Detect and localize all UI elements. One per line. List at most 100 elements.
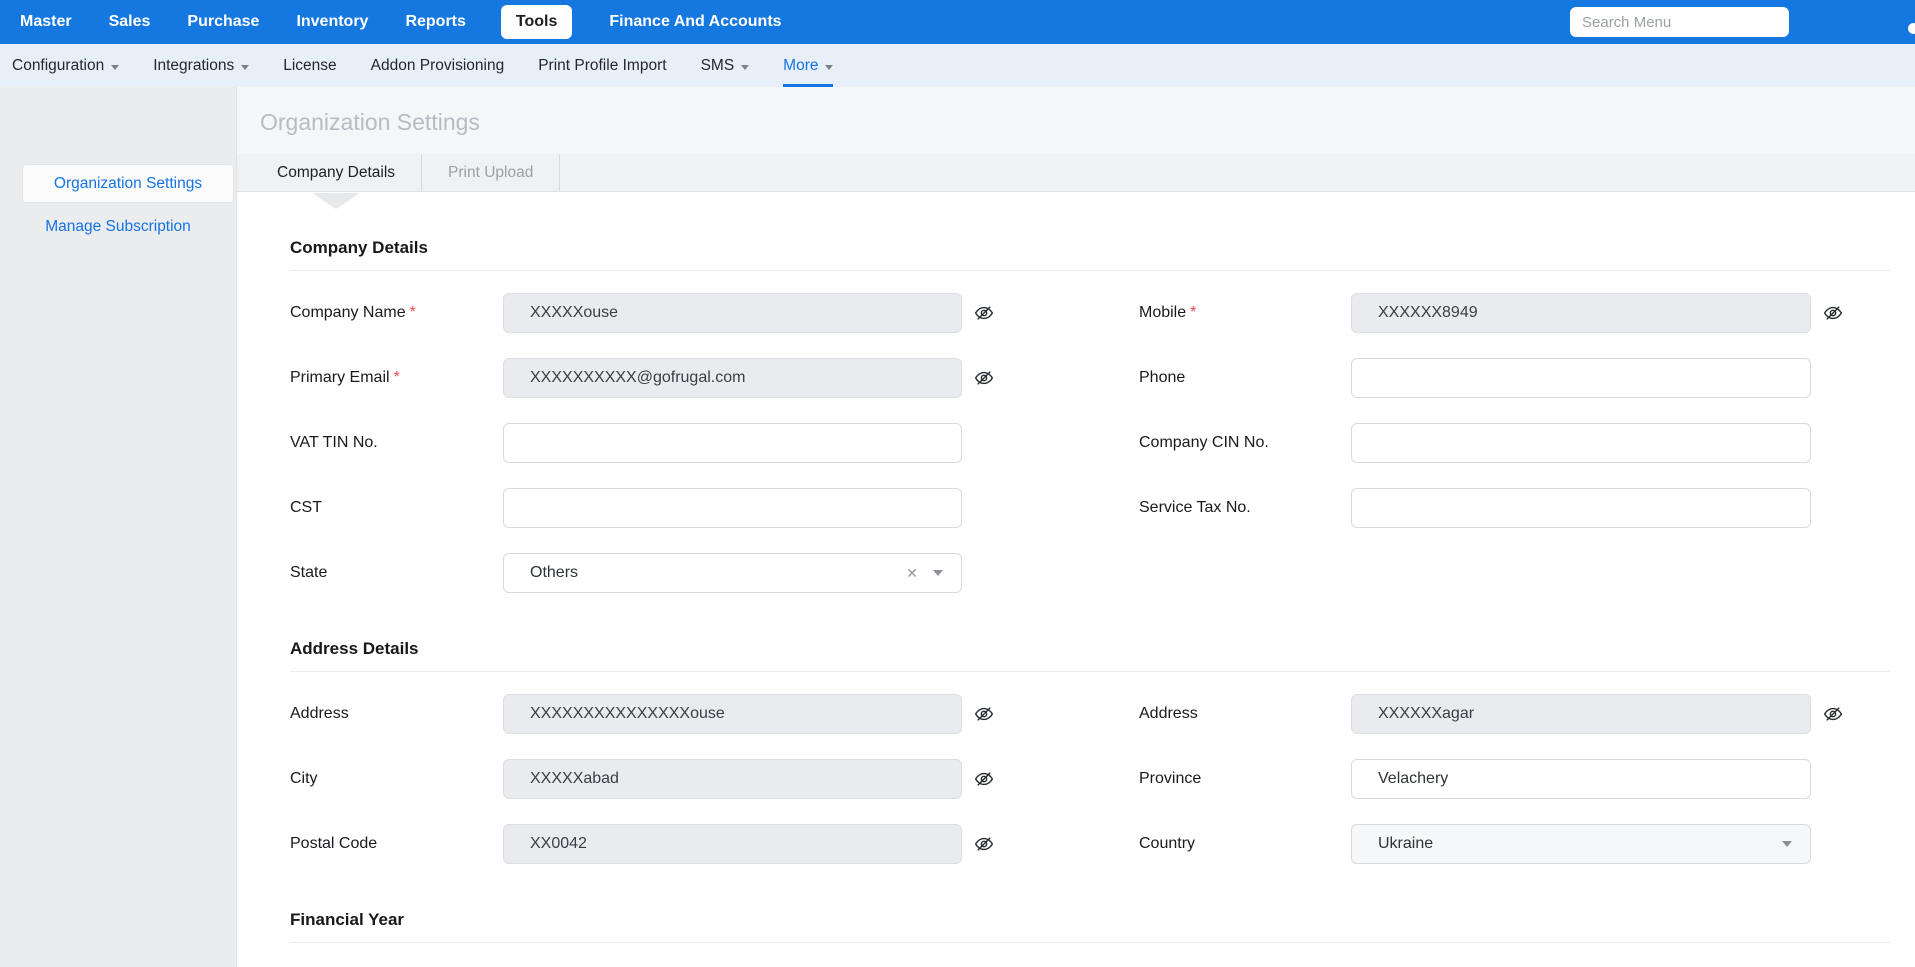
top-nav-items: Master Sales Purchase Inventory Reports Tools… — [20, 5, 819, 39]
field-label: Postal Code — [290, 835, 503, 853]
clear-icon[interactable]: ✕ — [906, 565, 918, 582]
sidebar-item-organization-settings[interactable]: Organization Settings — [22, 164, 234, 203]
main-panel: Organization Settings Company DetailsPri… — [237, 87, 1915, 967]
subnav-item-sms[interactable]: SMS — [701, 44, 750, 87]
sidebar-item-manage-subscription[interactable]: Manage Subscription — [0, 218, 236, 236]
sub-nav: Configuration Integrations License Addon Pr… — [0, 44, 1915, 87]
field-label: Company CIN No. — [1139, 434, 1351, 452]
form-section: Financial Year — [290, 910, 1890, 943]
form-row: Primary Email* Phone — [290, 358, 1890, 398]
subnav-item-label: Addon Provisioning — [371, 57, 505, 75]
eye-off-icon[interactable] — [1823, 303, 1843, 323]
nav-item-tools[interactable]: Tools — [501, 5, 572, 39]
form-row: City Province — [290, 759, 1890, 799]
address-input[interactable] — [1351, 694, 1811, 734]
field-label: CST — [290, 499, 503, 517]
subnav-item-print-profile-import[interactable]: Print Profile Import — [538, 44, 666, 87]
chevron-down-icon — [741, 65, 749, 70]
chevron-down-icon — [111, 65, 119, 70]
selected-value: Ukraine — [1378, 835, 1782, 853]
company-name-input[interactable] — [503, 293, 962, 333]
form: Company Details Company Name*Mobile* Prima… — [237, 238, 1915, 943]
section-divider — [290, 671, 1890, 672]
mobile-input[interactable] — [1351, 293, 1811, 333]
nav-item-reports[interactable]: Reports — [405, 5, 465, 39]
subnav-item-more[interactable]: More — [783, 44, 833, 87]
section-heading: Address Details — [290, 639, 1890, 659]
phone-input[interactable] — [1351, 358, 1811, 398]
subnav-item-addon-provisioning[interactable]: Addon Provisioning — [371, 44, 505, 87]
nav-item-master[interactable]: Master — [20, 5, 72, 39]
field-label: Address — [1139, 705, 1351, 723]
tab-company-details[interactable]: Company Details — [237, 154, 422, 191]
selected-value: Others — [530, 564, 906, 582]
form-row: StateOthers✕ — [290, 553, 1890, 593]
primary-email-input[interactable] — [503, 358, 962, 398]
active-tab-notch — [312, 193, 360, 209]
eye-off-icon[interactable] — [1823, 704, 1843, 724]
section-heading: Financial Year — [290, 910, 1890, 930]
chevron-down-icon — [825, 65, 833, 70]
form-section: Address Details Address Address City Provinc… — [290, 639, 1890, 864]
vat-tin-no-input[interactable] — [503, 423, 962, 463]
chevron-down-icon[interactable] — [933, 570, 943, 576]
subnav-item-label: Integrations — [153, 57, 234, 75]
subnav-item-integrations[interactable]: Integrations — [153, 44, 249, 87]
address-input[interactable] — [503, 694, 962, 734]
page-title: Organization Settings — [260, 109, 480, 136]
section-divider — [290, 942, 1890, 943]
search-input[interactable] — [1570, 7, 1789, 37]
field-label: Primary Email* — [290, 369, 503, 387]
main-header: Organization Settings Company DetailsPri… — [237, 87, 1915, 192]
form-row: Company Name*Mobile* — [290, 293, 1890, 333]
subnav-item-license[interactable]: License — [283, 44, 336, 87]
field-label: City — [290, 770, 503, 788]
required-asterisk: * — [394, 369, 400, 386]
chevron-down-icon[interactable] — [1782, 841, 1792, 847]
form-row: VAT TIN No. Company CIN No. — [290, 423, 1890, 463]
form-row: Address Address — [290, 694, 1890, 734]
postal-code-input[interactable] — [503, 824, 962, 864]
subnav-item-configuration[interactable]: Configuration — [12, 44, 119, 87]
tab-print-upload[interactable]: Print Upload — [422, 154, 560, 191]
nav-item-finance-and-accounts[interactable]: Finance And Accounts — [609, 5, 781, 39]
field-label: Country — [1139, 835, 1351, 853]
nav-item-purchase[interactable]: Purchase — [187, 5, 259, 39]
notification-icon[interactable] — [1908, 23, 1915, 34]
field-label: State — [290, 564, 503, 582]
form-row: CST Service Tax No. — [290, 488, 1890, 528]
subnav-item-label: Print Profile Import — [538, 57, 666, 75]
province-input[interactable] — [1351, 759, 1811, 799]
form-row: Postal Code Country Ukraine — [290, 824, 1890, 864]
field-label: Address — [290, 705, 503, 723]
field-label: Company Name* — [290, 304, 503, 322]
eye-off-icon[interactable] — [974, 769, 994, 789]
tab-bar: Company DetailsPrint Upload — [237, 154, 1915, 191]
country-select[interactable]: Ukraine — [1351, 824, 1811, 864]
sidebar: Organization Settings Manage Subscription — [0, 87, 237, 967]
state-select[interactable]: Others✕ — [503, 553, 962, 593]
field-label: Phone — [1139, 369, 1351, 387]
service-tax-no-input[interactable] — [1351, 488, 1811, 528]
eye-off-icon[interactable] — [974, 303, 994, 323]
section-heading: Company Details — [290, 238, 1890, 258]
section-divider — [290, 270, 1890, 271]
cst-input[interactable] — [503, 488, 962, 528]
nav-item-inventory[interactable]: Inventory — [296, 5, 368, 39]
required-asterisk: * — [410, 304, 416, 321]
subnav-item-label: More — [783, 57, 818, 75]
top-nav: Master Sales Purchase Inventory Reports Tools… — [0, 0, 1915, 44]
field-label: VAT TIN No. — [290, 434, 503, 452]
field-label: Service Tax No. — [1139, 499, 1351, 517]
company-cin-no-input[interactable] — [1351, 423, 1811, 463]
subnav-item-label: License — [283, 57, 336, 75]
chevron-down-icon — [241, 65, 249, 70]
required-asterisk: * — [1190, 304, 1196, 321]
city-input[interactable] — [503, 759, 962, 799]
eye-off-icon[interactable] — [974, 834, 994, 854]
nav-item-sales[interactable]: Sales — [109, 5, 151, 39]
field-label: Province — [1139, 770, 1351, 788]
form-section: Company Details Company Name*Mobile* Prima… — [290, 238, 1890, 593]
eye-off-icon[interactable] — [974, 368, 994, 388]
eye-off-icon[interactable] — [974, 704, 994, 724]
